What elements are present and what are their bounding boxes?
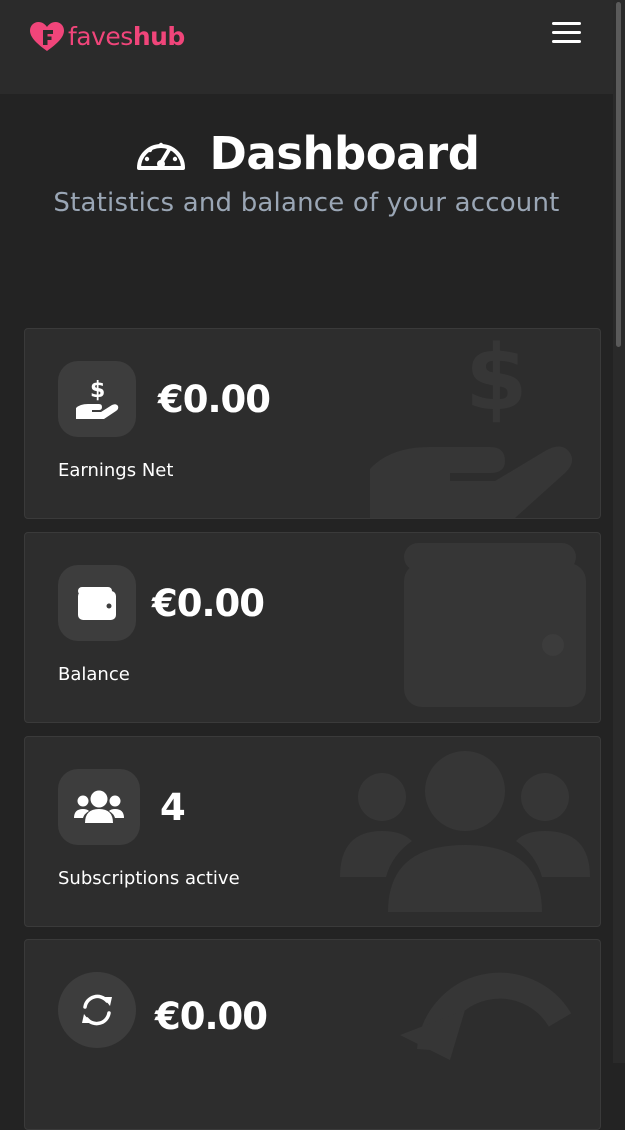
subscriptions-label: Subscriptions active bbox=[58, 868, 240, 889]
svg-text:$: $ bbox=[465, 329, 528, 431]
users-icon bbox=[74, 790, 124, 823]
earnings-card: $ $ €0.00 Earnings Net bbox=[24, 328, 601, 519]
menu-line bbox=[552, 40, 581, 43]
top-navbar: faveshub bbox=[0, 0, 613, 94]
logo-wordmark: faveshub bbox=[68, 20, 185, 54]
page-title: Dashboard bbox=[209, 126, 480, 180]
balance-value: €0.00 bbox=[152, 582, 265, 625]
recurring-card: €0.00 bbox=[24, 939, 601, 1130]
page-header: Dashboard Statistics and balance of your… bbox=[0, 122, 613, 219]
svg-text:$: $ bbox=[90, 378, 105, 403]
title-row: Dashboard bbox=[0, 122, 613, 184]
recurring-value: €0.00 bbox=[155, 995, 268, 1038]
hand-holding-dollar-bg-icon: $ bbox=[370, 329, 573, 518]
earnings-icon-box: $ bbox=[58, 361, 136, 437]
page-scrollbar[interactable] bbox=[613, 0, 625, 1063]
sync-icon bbox=[82, 994, 112, 1026]
hand-holding-dollar-icon: $ bbox=[76, 378, 119, 419]
balance-card: €0.00 Balance bbox=[24, 532, 601, 723]
earnings-value: €0.00 bbox=[158, 378, 271, 421]
subscriptions-value: 4 bbox=[160, 786, 186, 829]
heart-f-logo-icon bbox=[30, 22, 64, 51]
logo-text-light: faves bbox=[68, 22, 133, 51]
recurring-icon-box bbox=[58, 972, 136, 1048]
gauge-icon bbox=[136, 142, 185, 170]
menu-line bbox=[552, 31, 581, 34]
wallet-bg-icon bbox=[404, 543, 586, 707]
logo-text-bold: hub bbox=[132, 22, 186, 51]
earnings-label: Earnings Net bbox=[58, 460, 174, 481]
subscriptions-card: 4 Subscriptions active bbox=[24, 736, 601, 927]
subscriptions-icon-box bbox=[58, 769, 140, 845]
menu-line bbox=[552, 22, 581, 25]
wallet-icon bbox=[78, 587, 116, 620]
users-bg-icon bbox=[340, 751, 590, 912]
page-subtitle: Statistics and balance of your account bbox=[53, 188, 560, 218]
faveshub-logo[interactable]: faveshub bbox=[30, 20, 185, 54]
balance-icon-box bbox=[58, 565, 136, 641]
hamburger-menu-icon[interactable] bbox=[546, 18, 586, 50]
balance-label: Balance bbox=[58, 664, 130, 685]
scrollbar-thumb[interactable] bbox=[616, 2, 621, 347]
sync-bg-icon bbox=[400, 972, 572, 1060]
